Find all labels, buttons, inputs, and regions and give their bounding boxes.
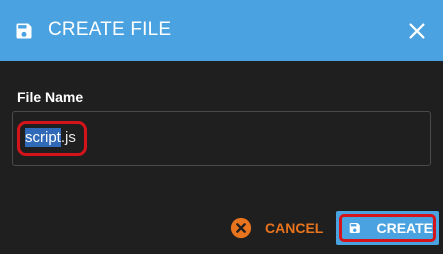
create-button[interactable]: CREATE <box>336 211 439 245</box>
save-icon <box>16 23 32 39</box>
selected-text: script <box>25 128 61 147</box>
dialog-header: CREATE FILE <box>0 0 443 61</box>
close-icon[interactable] <box>406 20 428 42</box>
dialog-title: CREATE FILE <box>48 19 172 40</box>
create-file-dialog: CREATE FILE File Name script.js CANCEL C… <box>0 0 443 254</box>
unselected-text: .js <box>60 129 76 146</box>
file-name-input[interactable]: script.js <box>12 111 431 166</box>
file-name-label: File Name <box>17 89 84 105</box>
save-icon <box>349 222 360 234</box>
file-name-value[interactable]: script.js <box>25 128 76 147</box>
cancel-circle-icon <box>230 217 252 239</box>
create-label: CREATE <box>376 220 433 236</box>
cancel-label: CANCEL <box>265 220 324 236</box>
cancel-button[interactable]: CANCEL <box>230 214 323 242</box>
create-button-highlight: CREATE <box>339 214 436 242</box>
